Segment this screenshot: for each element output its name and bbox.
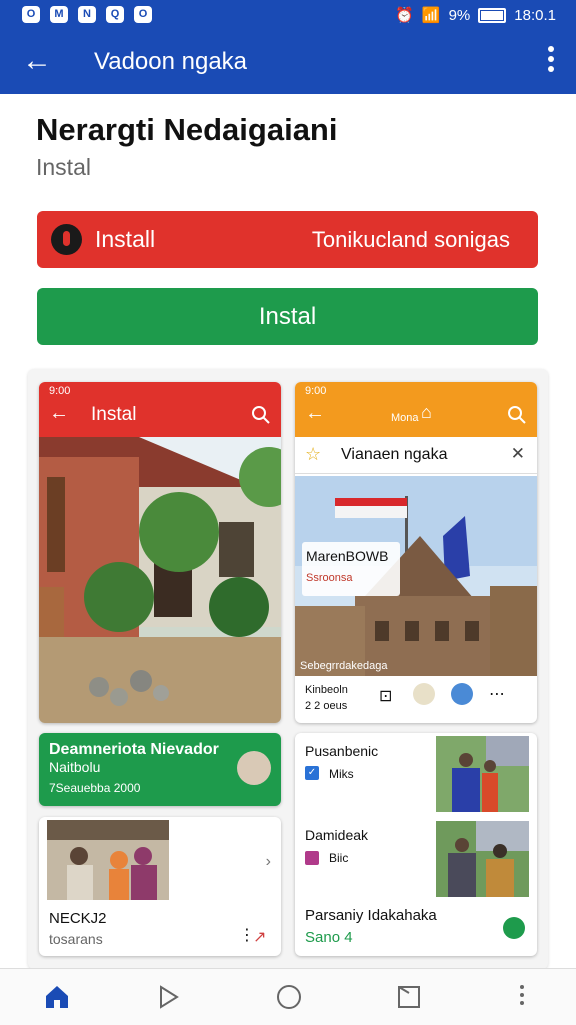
chevron-right-icon: › — [265, 853, 271, 870]
search-icon — [508, 406, 526, 424]
screenshot-left-title: Instal — [91, 404, 137, 425]
screenshot-right-bar: 9:00 ← Mona ⌂ — [295, 382, 537, 437]
price-suffix: 4 — [344, 929, 353, 946]
avatar — [237, 751, 271, 785]
info-title: Kinbeoln — [305, 684, 348, 696]
message-notification-icon: O — [134, 6, 152, 23]
screenshot-left-bar: 9:00 ← Instal — [39, 382, 281, 437]
close-icon: ✕ — [510, 444, 525, 463]
clock: 18:0.1 — [514, 6, 556, 24]
badge-icon — [413, 683, 435, 705]
star-icon: ☆ — [305, 444, 322, 464]
play-nav-icon[interactable] — [155, 983, 183, 1011]
system-tray: ⏰ 📶 9% 18:0.1 — [395, 6, 556, 25]
video-card-subtitle: tosarans — [49, 931, 103, 947]
list-item-sub: Miks — [329, 767, 354, 781]
green-card-line2: Naitbolu — [49, 759, 101, 775]
share-icon[interactable]: ↗ — [253, 927, 266, 947]
list-card[interactable]: Pusanbenic ✓ Miks Damideak Biic Parsaniy… — [295, 733, 537, 956]
play-icon[interactable] — [503, 917, 525, 939]
screenshots-panel: 9:00 ← Instal 9:00 ← Mona ⌂ ☆ Vianaen ng… — [28, 369, 548, 969]
page-subtitle: Instal — [36, 154, 91, 180]
screenshot-info-row: Kinbeoln 2 2 oeus ⊡ ⋯ — [295, 676, 537, 723]
lock-icon — [51, 224, 82, 255]
screenshot-search-text: Vianaen ngaka — [341, 446, 448, 463]
install-button-red[interactable]: Install Tonikucland sonigas — [37, 211, 538, 268]
more-vert-icon[interactable] — [520, 985, 524, 1005]
battery-percent: 9% — [448, 6, 471, 24]
screenshot-left-status: 9:00 — [49, 385, 71, 397]
info-sub: 2 2 oeus — [305, 700, 348, 712]
wifi-icon: 📶 — [421, 7, 441, 24]
screenshot-right-status: 9:00 — [305, 385, 327, 397]
mail-notification-icon: M — [50, 6, 68, 23]
notification-icons: O M N Q O — [22, 6, 152, 23]
recent-nav-icon[interactable] — [395, 983, 423, 1011]
price-label: Sano — [305, 929, 341, 946]
app-bar: ← Vadoon ngaka — [0, 30, 576, 94]
image-caption-title: MarenBOWB — [306, 548, 389, 564]
search-icon — [252, 406, 270, 424]
status-bar: O M N Q O ⏰ 📶 9% 18:0.1 — [0, 0, 576, 30]
install-secondary-label: Tonikucland sonigas — [311, 227, 510, 252]
comment-icon: ⋯ — [489, 686, 505, 703]
video-card-title: NECKJ2 — [49, 910, 107, 927]
video-card[interactable]: › NECKJ2 tosarans ⋮ ↗ — [39, 817, 281, 956]
image-footer: Sebegrrdakedaga — [300, 660, 388, 672]
install-label: Install — [95, 226, 156, 252]
list-item-sub: Biic — [329, 851, 349, 865]
green-card-title: Deamneriota Nievador — [49, 741, 219, 758]
chat-notification-icon: Q — [106, 6, 124, 23]
image-caption: MarenBOWB Ssroonsa — [302, 542, 400, 596]
screenshot-search-row: ☆ Vianaen ngaka ✕ — [295, 437, 537, 474]
battery-icon — [478, 7, 507, 23]
bookmark-icon: ⊡ — [379, 688, 393, 705]
install-button-green[interactable]: Instal — [37, 288, 538, 345]
arrow-left-icon: ← — [49, 402, 69, 424]
bottom-navigation — [0, 968, 576, 1025]
house-photo — [39, 437, 281, 723]
alarm-icon: ⏰ — [395, 7, 414, 24]
tag-icon — [305, 851, 319, 865]
video-thumbnail — [47, 820, 169, 900]
news-notification-icon: N — [78, 6, 96, 23]
green-card[interactable]: Deamneriota Nievador Naitbolu 7Seauebba … — [39, 733, 281, 806]
home-icon: ⌂ — [421, 402, 432, 422]
info-icon — [451, 683, 473, 705]
list-item-title: Pusanbenic — [305, 743, 379, 759]
arrow-left-icon[interactable]: ← — [22, 44, 52, 78]
image-caption-sub: Ssroonsa — [306, 572, 353, 584]
green-card-line3: 7Seauebba 2000 — [49, 781, 141, 795]
list-thumbnail — [436, 736, 529, 812]
list-item-title: Damideak — [305, 827, 369, 843]
app-notification-icon: O — [22, 6, 40, 23]
arrow-left-icon: ← — [305, 402, 325, 424]
screenshot-left[interactable]: 9:00 ← Instal — [39, 382, 281, 723]
page-title: Nerargti Nedaigaiani — [36, 112, 338, 147]
app-bar-title: Vadoon ngaka — [94, 48, 248, 75]
list-footer-title: Parsaniy Idakahaka — [305, 907, 437, 924]
home-nav-icon[interactable] — [43, 983, 71, 1011]
screenshot-right-title: Mona — [391, 412, 419, 424]
list-thumbnail — [436, 821, 529, 897]
check-icon: ✓ — [305, 766, 319, 780]
circle-nav-icon[interactable] — [275, 983, 303, 1011]
more-vert-icon[interactable] — [548, 46, 554, 76]
list-footer-price: Sano 4 — [305, 929, 353, 946]
screenshot-right[interactable]: 9:00 ← Mona ⌂ ☆ Vianaen ngaka ✕ MarenBOW… — [295, 382, 537, 723]
